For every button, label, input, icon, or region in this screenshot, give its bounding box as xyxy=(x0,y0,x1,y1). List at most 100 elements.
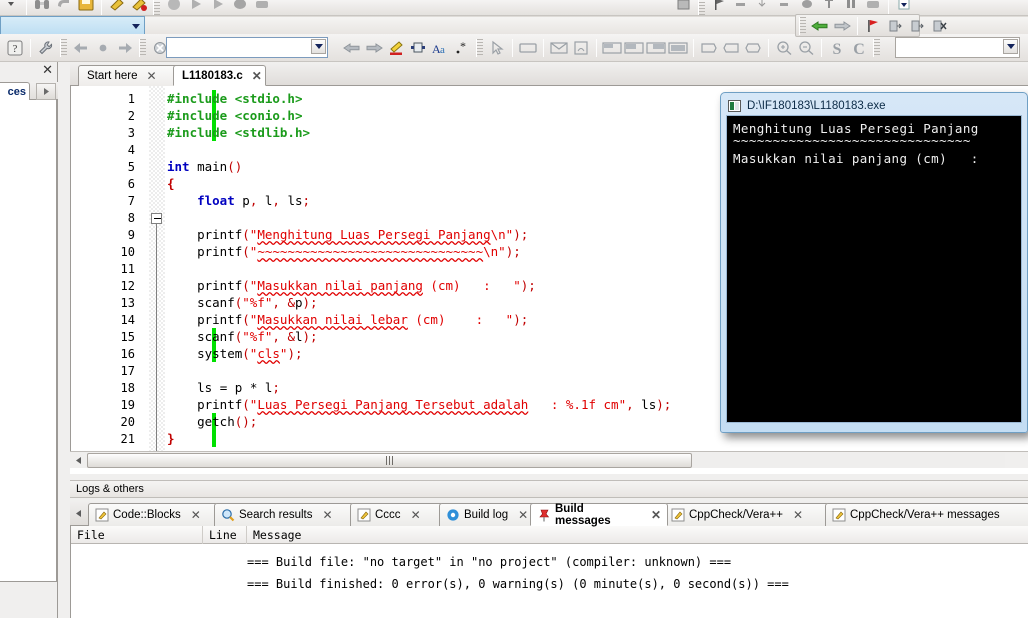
code-line[interactable]: printf("Masukkan nilai panjang (cm) : ")… xyxy=(167,277,536,294)
column-header-file[interactable]: File xyxy=(71,526,203,544)
breakpoint-icon[interactable] xyxy=(818,0,840,15)
main-toolbar-row-bottom[interactable]: ? Aa * S C xyxy=(0,34,1028,62)
frame-icon[interactable] xyxy=(862,0,884,15)
window-icon[interactable] xyxy=(673,0,695,15)
panel-right-icon[interactable] xyxy=(645,37,667,59)
build-and-run-icon[interactable] xyxy=(207,0,229,15)
logs-tab-build-messages[interactable]: Build messages ✕ xyxy=(530,503,668,527)
console-titlebar[interactable]: D:\IF180183\L1180183.exe xyxy=(726,97,1022,115)
fold-collapse-button[interactable] xyxy=(151,213,162,224)
step-icon[interactable] xyxy=(730,0,752,15)
settings-wrench-icon[interactable] xyxy=(35,37,57,59)
collapse-left-icon[interactable] xyxy=(720,37,742,59)
code-line[interactable]: int main() xyxy=(167,158,242,175)
undo-icon[interactable] xyxy=(53,0,75,15)
toolbar-grip[interactable] xyxy=(873,38,880,57)
logs-tab-cccc[interactable]: Cccc ✕ xyxy=(350,503,443,526)
close-icon[interactable]: ✕ xyxy=(147,69,157,83)
code-line[interactable]: scanf("%f", &l); xyxy=(167,328,317,345)
search-combobox[interactable] xyxy=(166,37,328,58)
panel-bottom-icon[interactable] xyxy=(601,37,623,59)
build-message-row[interactable]: === Build finished: 0 error(s), 0 warnin… xyxy=(247,576,789,592)
code-line[interactable]: printf("Menghitung Luas Persegi Panjang\… xyxy=(167,226,528,243)
watch-icon[interactable] xyxy=(796,0,818,15)
editor-horizontal-scrollbar[interactable] xyxy=(70,451,1028,468)
fit-icon[interactable] xyxy=(742,37,764,59)
close-icon[interactable]: ✕ xyxy=(518,508,528,522)
code-line[interactable]: scanf("%f", &p); xyxy=(167,294,317,311)
editor-tabstrip[interactable]: Start here ✕ L1180183.c ✕ xyxy=(70,62,1028,86)
expand-right-icon[interactable] xyxy=(698,37,720,59)
toolbar-grip[interactable] xyxy=(698,0,705,15)
envelope-icon[interactable] xyxy=(548,37,570,59)
c-icon[interactable]: C xyxy=(848,37,870,59)
scrollbar-thumb[interactable] xyxy=(87,453,692,468)
close-icon[interactable]: ✕ xyxy=(252,69,262,83)
column-header-line[interactable]: Line xyxy=(203,526,247,544)
fold-gutter[interactable] xyxy=(149,86,165,451)
prev-changed-line-icon[interactable] xyxy=(70,37,92,59)
code-line[interactable]: } xyxy=(167,430,175,447)
logs-tab-cppcheck-vera-messages[interactable]: CppCheck/Vera++ messages xyxy=(825,503,1028,526)
target-combobox[interactable] xyxy=(0,16,145,35)
forward-icon[interactable] xyxy=(363,37,385,59)
close-icon[interactable]: ✕ xyxy=(42,63,53,76)
toolbar-grip[interactable] xyxy=(60,38,67,57)
abort-icon[interactable] xyxy=(163,0,185,15)
build-message-row[interactable]: === Build file: "no target" in "no proje… xyxy=(247,554,731,570)
next-changed-line-icon[interactable] xyxy=(114,37,136,59)
scope-combobox[interactable] xyxy=(895,37,1020,58)
panel-full-icon[interactable] xyxy=(667,37,689,59)
zoom-in-icon[interactable] xyxy=(773,37,795,59)
toolbar-grip[interactable] xyxy=(476,38,483,57)
flag-icon[interactable] xyxy=(708,0,730,15)
combo-arrow-icon[interactable] xyxy=(893,0,915,15)
bookmark-toggle-icon[interactable] xyxy=(92,37,114,59)
run-icon[interactable] xyxy=(185,0,207,15)
chevron-down-icon[interactable] xyxy=(311,39,326,54)
close-icon[interactable]: ✕ xyxy=(323,508,333,522)
chevron-down-icon[interactable] xyxy=(1003,39,1018,54)
flag-red-icon[interactable] xyxy=(862,15,884,37)
binoculars-icon[interactable] xyxy=(31,0,53,15)
code-line[interactable]: printf("Luas Persegi Panjang Tersebut ad… xyxy=(167,396,671,413)
rectangle-icon[interactable] xyxy=(517,37,539,59)
match-case-icon[interactable]: Aa xyxy=(429,37,451,59)
close-icon[interactable]: ✕ xyxy=(411,508,421,522)
editor-tab-start-here[interactable]: Start here ✕ xyxy=(78,65,182,86)
logs-tab-cppcheck-vera[interactable]: CppCheck/Vera++ ✕ xyxy=(664,503,829,526)
close-icon[interactable]: ✕ xyxy=(793,508,803,522)
sidebar-tab-resources[interactable]: ces xyxy=(0,82,30,100)
toolbar-grip[interactable] xyxy=(799,16,806,35)
tab-scroll-right-button[interactable] xyxy=(36,83,56,100)
code-line[interactable]: #include <stdlib.h> xyxy=(167,124,310,141)
debug-nav-toolbar[interactable] xyxy=(795,14,947,37)
close-icon[interactable]: ✕ xyxy=(191,508,201,522)
toolbar-grip[interactable] xyxy=(153,0,160,15)
stop-icon[interactable] xyxy=(251,0,273,15)
rebuild-icon[interactable] xyxy=(128,0,150,15)
back-icon[interactable] xyxy=(341,37,363,59)
zoom-out-icon[interactable] xyxy=(795,37,817,59)
console-window[interactable]: D:\IF180183\L1180183.exe Menghitung Luas… xyxy=(720,92,1028,433)
help-icon[interactable]: ? xyxy=(4,37,26,59)
build-messages-panel[interactable]: File Line Message === Build file: "no ta… xyxy=(70,526,1028,618)
code-line[interactable]: #include <stdio.h> xyxy=(167,90,302,107)
code-line[interactable]: { xyxy=(167,175,175,192)
regex-icon[interactable]: * xyxy=(451,37,473,59)
note-icon[interactable] xyxy=(570,37,592,59)
code-complete-icon[interactable] xyxy=(407,37,429,59)
scroll-left-button[interactable] xyxy=(70,453,86,468)
code-line[interactable]: #include <conio.h> xyxy=(167,107,302,124)
code-line[interactable]: printf("Masukkan nilai lebar (cm) : "); xyxy=(167,311,528,328)
code-line[interactable]: system("cls"); xyxy=(167,345,302,362)
build-icon[interactable] xyxy=(106,0,128,15)
close-icon[interactable]: ✕ xyxy=(651,508,661,522)
logs-tab-search-results[interactable]: Search results ✕ xyxy=(214,503,354,526)
management-panel-body[interactable] xyxy=(0,100,57,582)
code-line[interactable]: getch(); xyxy=(167,413,257,430)
console-output[interactable]: Menghitung Luas Persegi Panjang ~~~~~~~~… xyxy=(726,115,1022,423)
highlight-icon[interactable] xyxy=(385,37,407,59)
logs-tabstrip[interactable]: Code::Blocks ✕ Search results ✕ Cccc ✕ B… xyxy=(70,500,1028,527)
dropdown-arrow-icon[interactable] xyxy=(0,0,22,15)
